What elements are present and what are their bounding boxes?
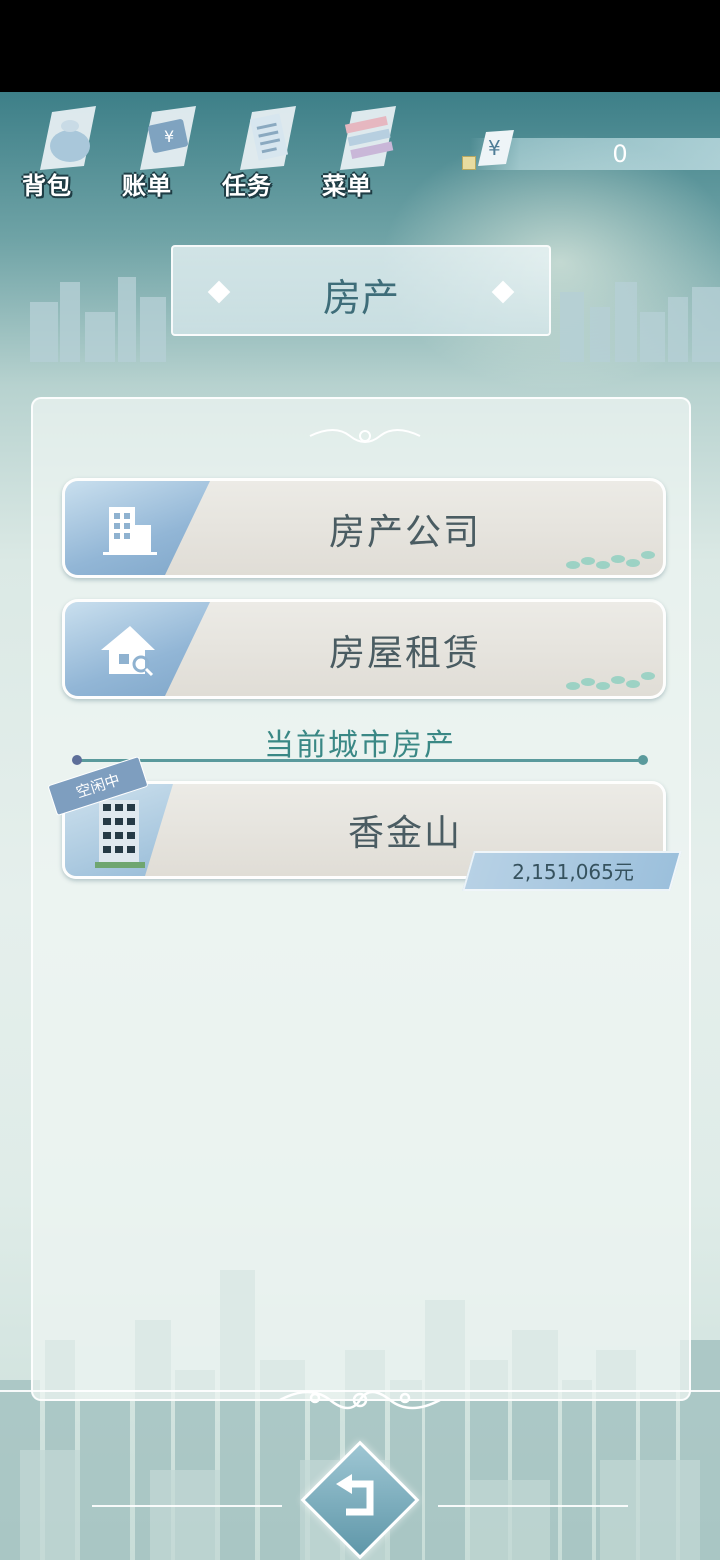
leaf-decoration-icon [566,551,655,569]
panel-ornament-icon [309,429,421,443]
building-icon [103,507,157,555]
back-arrow-icon [336,1474,374,1516]
section-divider [72,755,648,765]
status-bar [0,0,720,92]
bill-button[interactable]: ¥ 账单 [122,104,208,204]
task-icon [240,106,296,170]
real-estate-company-button[interactable]: 房产公司 [62,478,666,578]
bill-icon: ¥ [140,106,196,170]
property-name: 香金山 [347,813,462,854]
bag-button[interactable]: 背包 [22,104,108,204]
bag-icon [40,106,96,170]
bottom-ornament-icon [279,1390,441,1410]
menu-label: 菜单 [322,172,372,200]
task-button[interactable]: 任务 [222,104,308,204]
page-title-plate: 房产 [171,245,551,336]
bill-label: 账单 [122,172,172,200]
money-value: 0 [612,140,628,168]
task-label: 任务 [222,172,272,200]
real-estate-company-label: 房产公司 [328,512,481,553]
currency-symbol: ¥ [488,136,501,160]
page-title: 房产 [322,276,399,320]
house-search-icon [101,626,155,677]
bottom-left-line [92,1505,282,1507]
apartment-icon [95,800,145,868]
house-rental-label: 房屋租赁 [328,633,481,674]
bag-label: 背包 [22,172,72,200]
leaf-decoration-icon [566,672,655,690]
menu-icon [340,106,396,170]
bottom-right-line [438,1505,628,1507]
section-title: 当前城市房产 [264,728,456,763]
house-rental-button[interactable]: 房屋租赁 [62,599,666,699]
menu-button[interactable]: 菜单 [322,104,408,204]
coin-icon [462,156,476,170]
svg-text:¥: ¥ [164,127,174,146]
yuan-icon: ¥ [478,130,514,166]
property-price: 2,151,065元 [512,860,634,884]
